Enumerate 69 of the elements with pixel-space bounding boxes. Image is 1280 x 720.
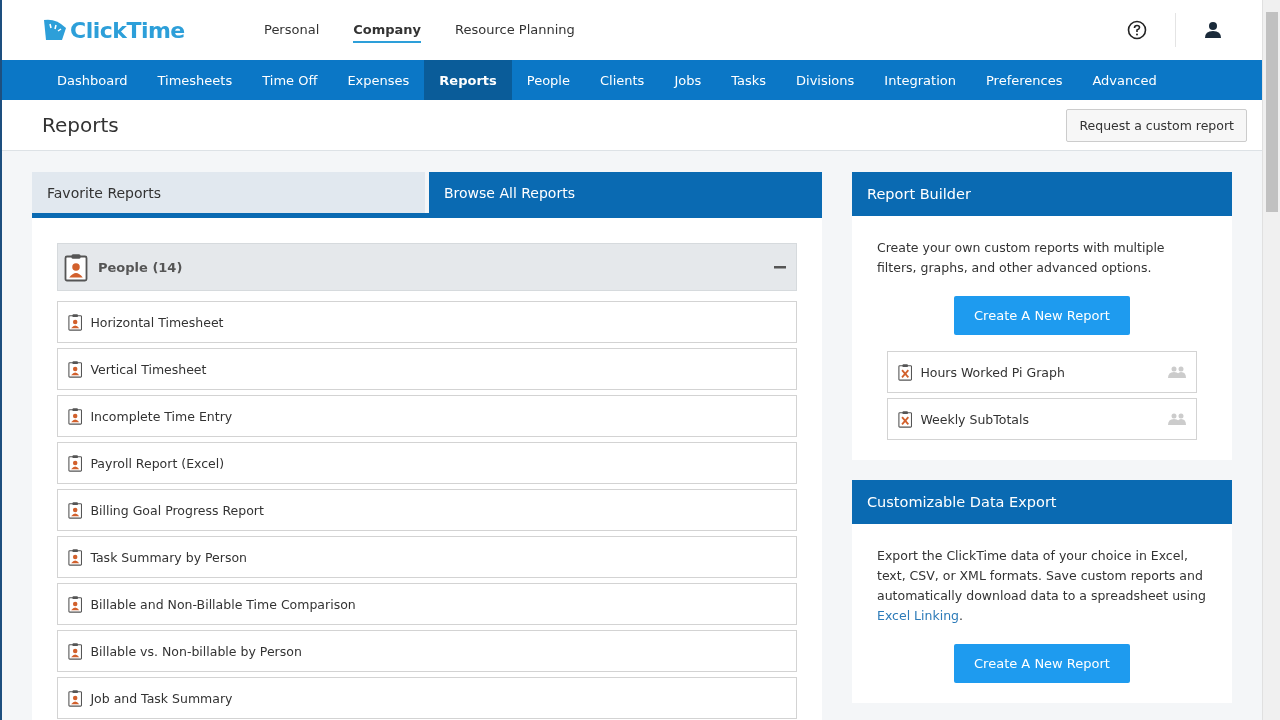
user-icon[interactable]	[1204, 21, 1222, 39]
page-title: Reports	[42, 113, 119, 137]
nav-tab[interactable]: Jobs	[659, 60, 717, 100]
nav-tab[interactable]: Timesheets	[142, 60, 248, 100]
nav-tab[interactable]: Reports	[424, 60, 512, 100]
report-name: Job and Task Summary	[90, 690, 233, 706]
report-name: Billable and Non-Billable Time Comparison	[90, 596, 356, 612]
saved-report-name: Weekly SubTotals	[920, 411, 1030, 427]
report-tab[interactable]: Browse All Reports	[429, 172, 822, 213]
report-name: Incomplete Time Entry	[90, 408, 233, 424]
report-name: Vertical Timesheet	[90, 361, 207, 377]
nav-tab[interactable]: Advanced	[1077, 60, 1172, 100]
clipboard-person-icon	[68, 407, 83, 425]
people-icon	[1168, 413, 1186, 425]
help-icon[interactable]	[1127, 20, 1147, 40]
saved-report-item[interactable]: Hours Worked Pi Graph	[887, 351, 1197, 393]
request-report-button[interactable]: Request a custom report	[1066, 108, 1247, 142]
card-header: Report Builder	[852, 172, 1232, 216]
report-item[interactable]: Billable vs. Non-billable by Person	[57, 630, 797, 672]
report-item[interactable]: Vertical Timesheet	[57, 348, 797, 390]
nav-tab[interactable]: People	[511, 60, 585, 100]
nav-tab[interactable]: Preferences	[970, 60, 1078, 100]
clipboard-person-icon	[68, 501, 83, 519]
card-description: Create your own custom reports with multiple filters, graphs, and other advanced options.	[877, 239, 1166, 277]
card-header: Customizable Data Export	[852, 480, 1232, 524]
report-name: Horizontal Timesheet	[90, 314, 224, 330]
people-icon	[1168, 366, 1186, 378]
clipboard-person-icon	[68, 689, 83, 707]
saved-report-name: Hours Worked Pi Graph	[920, 364, 1066, 380]
clipboard-person-icon	[64, 252, 88, 282]
group-title: People (14)	[98, 259, 184, 275]
report-item[interactable]: Job and Task Summary	[57, 677, 797, 719]
scrollbar[interactable]	[1262, 0, 1280, 720]
clipboard-person-icon	[68, 548, 83, 566]
brand-name: ClickTime	[70, 17, 185, 43]
excel-linking-link[interactable]: Excel Linking	[877, 608, 959, 623]
report-item[interactable]: Billable and Non-Billable Time Comparison	[57, 583, 797, 625]
clipboard-person-icon	[68, 360, 83, 378]
clipboard-person-icon	[68, 313, 83, 331]
clipboard-tools-icon	[898, 410, 913, 428]
clipboard-tools-icon	[898, 363, 913, 381]
nav-tab[interactable]: Clients	[584, 60, 660, 100]
nav-tab[interactable]: Divisions	[781, 60, 870, 100]
report-name: Task Summary by Person	[90, 549, 248, 565]
nav-tab[interactable]: Dashboard	[42, 60, 143, 100]
report-item[interactable]: Horizontal Timesheet	[57, 301, 797, 343]
saved-report-item[interactable]: Weekly SubTotals	[887, 398, 1197, 440]
nav-tab[interactable]: Tasks	[716, 60, 782, 100]
gauge-logo-icon	[42, 18, 68, 42]
report-item[interactable]: Payroll Report (Excel)	[57, 442, 797, 484]
report-item[interactable]: Billing Goal Progress Report	[57, 489, 797, 531]
report-item[interactable]: Incomplete Time Entry	[57, 395, 797, 437]
clipboard-person-icon	[68, 454, 83, 472]
clipboard-person-icon	[68, 595, 83, 613]
report-name: Billing Goal Progress Report	[90, 502, 264, 518]
top-nav-link[interactable]: Resource Planning	[455, 17, 575, 43]
clipboard-person-icon	[68, 642, 83, 660]
card-description: Export the ClickTime data of your choice in Excel, text, CSV, or XML formats. Save custom reports and automatically download data to a spreadsheet using Excel Linking.	[877, 547, 1207, 625]
scrollbar-thumb[interactable]	[1265, 12, 1278, 212]
report-item[interactable]: Task Summary by Person	[57, 536, 797, 578]
report-name: Payroll Report (Excel)	[90, 455, 225, 471]
nav-tab[interactable]: Expenses	[332, 60, 425, 100]
nav-tab[interactable]: Integration	[869, 60, 971, 100]
report-tab[interactable]: Favorite Reports	[32, 172, 425, 213]
group-header[interactable]: People (14)	[57, 243, 797, 291]
top-nav-link[interactable]: Personal	[264, 17, 320, 43]
top-nav-link[interactable]: Company	[353, 17, 422, 43]
nav-tab[interactable]: Time Off	[247, 60, 333, 100]
report-name: Billable vs. Non-billable by Person	[90, 643, 302, 659]
